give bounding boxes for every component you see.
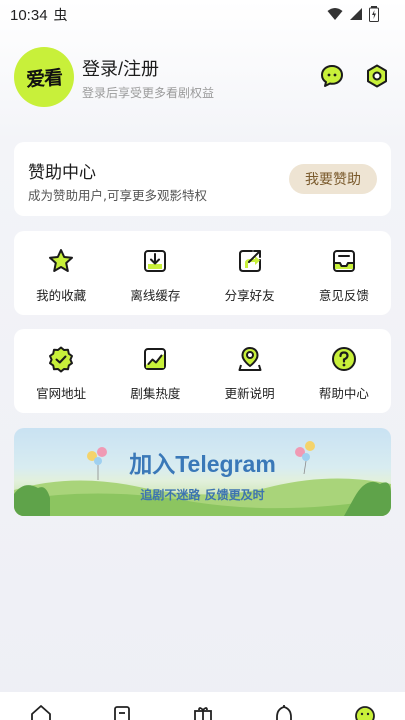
home-icon[interactable]: [30, 704, 52, 720]
feature-help-center[interactable]: 帮助中心: [297, 329, 391, 413]
mine-icon[interactable]: [354, 704, 376, 720]
sponsor-title: 赞助中心: [28, 163, 96, 183]
message-icon[interactable]: [319, 63, 345, 89]
signal-icon: [350, 8, 362, 20]
avatar[interactable]: 爱看: [14, 47, 74, 107]
verified-badge-icon: [49, 346, 74, 373]
battery-icon: [369, 6, 379, 22]
feature-share[interactable]: 分享好友: [203, 231, 297, 315]
banner-subtitle: 追剧不迷路 反馈更及时: [140, 488, 265, 502]
bell-icon[interactable]: [273, 704, 295, 720]
telegram-banner[interactable]: 加入Telegram 追剧不迷路 反馈更及时: [14, 428, 391, 516]
notification-icon: 虫: [53, 8, 68, 24]
login-register-link[interactable]: 登录/注册: [82, 55, 159, 81]
download-icon: [144, 250, 167, 272]
sponsor-subtitle: 成为赞助用户,可享更多观影特权: [28, 188, 207, 203]
trend-chart-icon: [144, 348, 167, 370]
wifi-icon: [327, 8, 343, 20]
feature-grid-primary: 我的收藏 离线缓存 分享好友 意见反馈: [14, 231, 391, 315]
feature-offline-cache[interactable]: 离线缓存: [108, 231, 202, 315]
gift-icon[interactable]: [192, 704, 214, 720]
feature-grid-secondary: 官网地址 剧集热度 更新说明 帮助中心: [14, 329, 391, 413]
feature-series-popularity[interactable]: 剧集热度: [108, 329, 202, 413]
sponsor-card: 赞助中心 成为赞助用户,可享更多观影特权 我要赞助: [14, 142, 391, 216]
banner-title: 加入Telegram: [129, 451, 276, 477]
feature-update-notes[interactable]: 更新说明: [203, 329, 297, 413]
inbox-icon: [332, 250, 355, 272]
feature-favorites[interactable]: 我的收藏: [14, 231, 108, 315]
settings-icon[interactable]: [364, 63, 390, 89]
bottom-nav: [0, 692, 405, 720]
feature-update-notes-label: 更新说明: [224, 386, 275, 401]
login-hint: 登录后享受更多看剧权益: [82, 86, 215, 100]
sponsor-button[interactable]: 我要赞助: [289, 164, 377, 194]
status-icons: [327, 6, 379, 22]
share-icon: [238, 250, 261, 272]
star-icon: [49, 249, 74, 272]
status-bar: 10:34 虫: [0, 0, 405, 30]
profile-header: 爱看 登录/注册 登录后享受更多看剧权益: [14, 47, 391, 109]
location-person-icon: [238, 347, 262, 371]
list-icon[interactable]: [111, 704, 133, 720]
feature-favorites-label: 我的收藏: [36, 288, 87, 303]
feature-feedback[interactable]: 意见反馈: [297, 231, 391, 315]
feature-official-site-label: 官网地址: [36, 386, 87, 401]
feature-help-center-label: 帮助中心: [318, 386, 369, 401]
feature-offline-cache-label: 离线缓存: [130, 288, 181, 303]
feature-share-label: 分享好友: [224, 288, 275, 303]
feature-feedback-label: 意见反馈: [318, 288, 369, 303]
feature-series-popularity-label: 剧集热度: [130, 386, 181, 401]
avatar-logo-text: 爱看: [25, 66, 63, 91]
feature-official-site[interactable]: 官网地址: [14, 329, 108, 413]
status-time: 10:34: [10, 6, 48, 24]
help-icon: [331, 347, 356, 371]
